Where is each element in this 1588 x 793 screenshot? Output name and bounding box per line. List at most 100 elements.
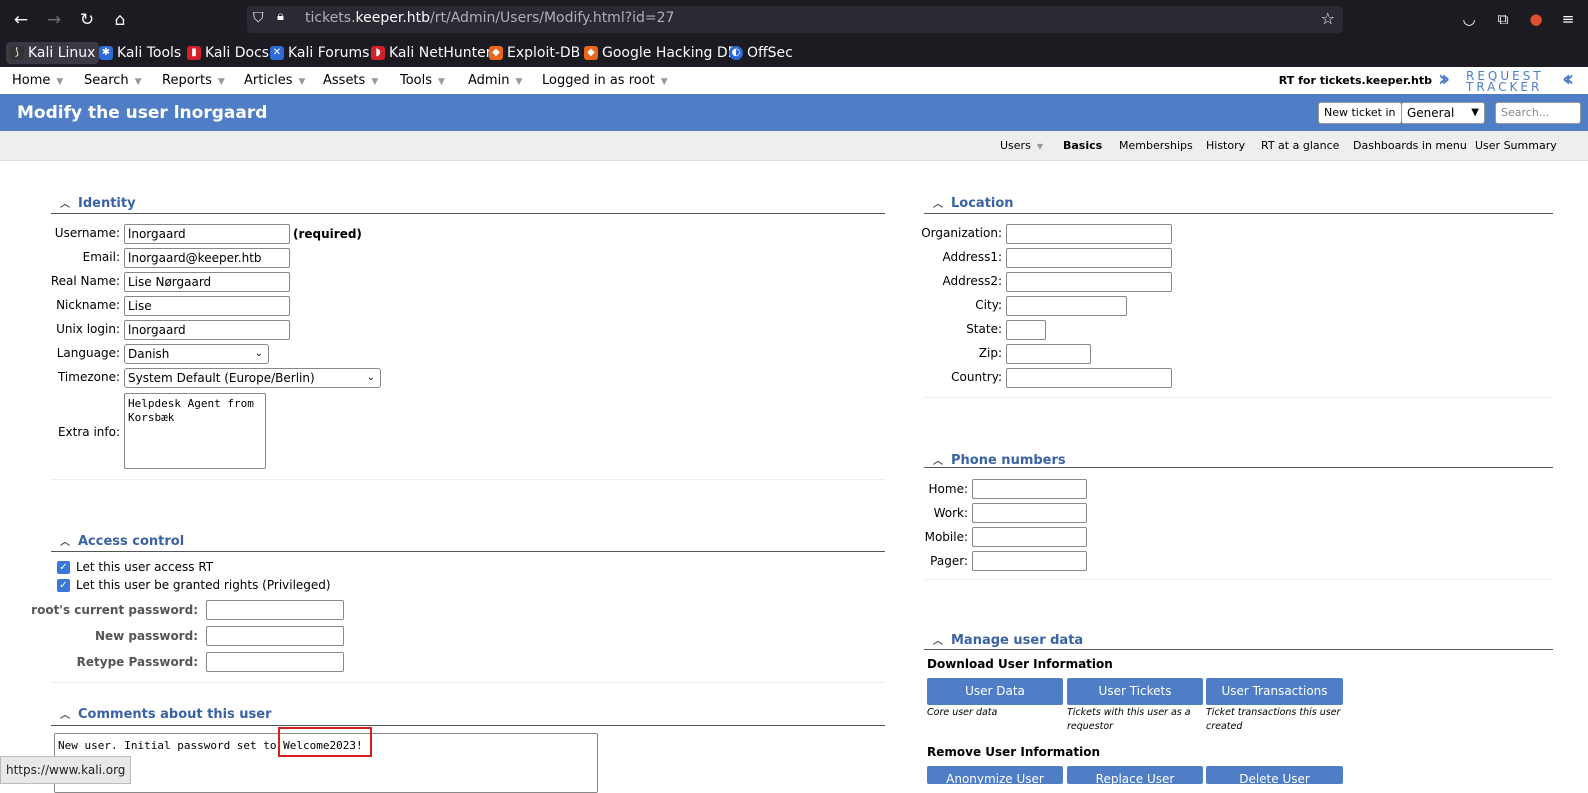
access-control-section-title[interactable]: ︿ Access control xyxy=(60,533,184,549)
subnav-basics[interactable]: Basics xyxy=(1063,139,1102,152)
search-input[interactable]: Search... xyxy=(1495,102,1581,124)
kali-docs-icon: ▮ xyxy=(187,46,201,60)
pager-field[interactable] xyxy=(972,551,1087,571)
new-password-field[interactable] xyxy=(206,626,344,646)
timezone-select[interactable]: System Default (Europe/Berlin) ⌄ xyxy=(124,368,381,388)
home-icon[interactable]: ⌂ xyxy=(108,8,132,32)
privileged-checkbox[interactable]: ✓ xyxy=(57,579,70,592)
logo-line2: TRACKER xyxy=(1466,80,1543,94)
browser-chrome: ← → ↻ ⌂ ⛉ 🔒︎ tickets.keeper.htb/rt/Admin… xyxy=(0,0,1588,67)
pocket-icon[interactable]: ◡ xyxy=(1458,8,1480,30)
bookmark-kali-nethunter[interactable]: ◗ Kali NetHunter xyxy=(367,42,495,64)
subnav-rt-at-a-glance[interactable]: RT at a glance xyxy=(1261,139,1339,152)
email-label: Email: xyxy=(82,250,120,264)
user-transactions-button[interactable]: User Transactions xyxy=(1206,678,1343,705)
bookmark-google-hacking-db[interactable]: ◆ Google Hacking DB xyxy=(580,42,741,64)
kali-tools-icon: ✱ xyxy=(99,46,113,60)
menu-icon[interactable]: ≡ xyxy=(1557,8,1579,30)
manage-section-title[interactable]: ︿ Manage user data xyxy=(933,632,1083,648)
delete-user-button[interactable]: Delete User xyxy=(1206,766,1343,786)
username-label: Username: xyxy=(54,226,120,240)
divider xyxy=(924,397,1553,398)
menu-articles[interactable]: Articles ▼ xyxy=(244,73,305,88)
divider xyxy=(51,725,885,726)
link-status-tooltip: https://www.kali.org xyxy=(0,756,132,784)
language-select[interactable]: Danish ⌄ xyxy=(124,344,269,364)
state-field[interactable] xyxy=(1006,320,1046,340)
menu-logged-in[interactable]: Logged in as root ▼ xyxy=(542,73,668,88)
retype-password-label: Retype Password: xyxy=(76,655,198,669)
work-phone-field[interactable] xyxy=(972,503,1087,523)
current-password-field[interactable] xyxy=(206,600,344,620)
phone-section-title[interactable]: ︿ Phone numbers xyxy=(933,452,1066,468)
page-header: Modify the user lnorgaard New ticket in … xyxy=(0,94,1588,131)
menu-assets[interactable]: Assets ▼ xyxy=(323,73,378,88)
identity-section-title[interactable]: ︿ Identity xyxy=(60,195,136,211)
state-label: State: xyxy=(966,322,1002,336)
mobile-phone-field[interactable] xyxy=(972,527,1087,547)
bookmark-star-icon[interactable]: ☆ xyxy=(1321,9,1335,28)
nethunter-icon: ◗ xyxy=(371,46,385,60)
account-icon[interactable]: ● xyxy=(1525,8,1547,30)
url-text: tickets.keeper.htb/rt/Admin/Users/Modify… xyxy=(305,10,675,26)
comment-text: New user. Initial password set to xyxy=(58,739,284,752)
privileged-label: Let this user be granted rights (Privile… xyxy=(76,578,331,592)
user-data-button[interactable]: User Data xyxy=(927,678,1063,705)
address1-field[interactable] xyxy=(1006,248,1172,268)
subnav-memberships[interactable]: Memberships xyxy=(1119,139,1193,152)
email-field[interactable]: lnorgaard@keeper.htb xyxy=(124,248,290,268)
comments-section-title[interactable]: ︿ Comments about this user xyxy=(60,706,272,722)
username-field[interactable]: lnorgaard xyxy=(124,224,290,244)
subnav-history[interactable]: History xyxy=(1206,139,1245,152)
timezone-value: System Default (Europe/Berlin) xyxy=(128,371,315,385)
queue-select[interactable]: General ▼ xyxy=(1401,102,1485,124)
logo-chevron-icon: ›› xyxy=(1438,67,1450,92)
organization-field[interactable] xyxy=(1006,224,1172,244)
country-field[interactable] xyxy=(1006,368,1172,388)
bookmark-offsec[interactable]: ◐ OffSec xyxy=(725,42,797,64)
menu-tools[interactable]: Tools ▼ xyxy=(400,73,445,88)
bookmark-label: Kali Forums xyxy=(288,45,370,61)
zip-field[interactable] xyxy=(1006,344,1091,364)
extra-info-textarea[interactable]: Helpdesk Agent from Korsbæk xyxy=(124,393,266,469)
bookmark-kali-forums[interactable]: ✕ Kali Forums xyxy=(266,42,373,64)
chevron-down-icon: ⌄ xyxy=(254,348,263,359)
url-bar[interactable]: ⛉ 🔒︎ tickets.keeper.htb/rt/Admin/Users/M… xyxy=(247,6,1343,33)
bookmark-kali-docs[interactable]: ▮ Kali Docs xyxy=(183,42,273,64)
access-rt-checkbox[interactable]: ✓ xyxy=(57,561,70,574)
chevron-up-icon: ︿ xyxy=(60,199,70,210)
user-subnav: Users ▼ Basics Memberships History RT at … xyxy=(0,131,1588,161)
subnav-users[interactable]: Users ▼ xyxy=(1000,139,1043,152)
reload-icon[interactable]: ↻ xyxy=(75,8,99,32)
bookmark-label: Exploit-DB xyxy=(507,45,581,61)
bookmark-label: Kali Tools xyxy=(117,45,182,61)
menu-search[interactable]: Search ▼ xyxy=(84,73,142,88)
replace-user-button[interactable]: Replace User xyxy=(1067,766,1203,786)
nickname-field[interactable]: Lise xyxy=(124,296,290,316)
anonymize-user-button[interactable]: Anonymize User xyxy=(927,766,1063,786)
realname-field[interactable]: Lise Nørgaard xyxy=(124,272,290,292)
address2-field[interactable] xyxy=(1006,272,1172,292)
unix-login-field[interactable]: lnorgaard xyxy=(124,320,290,340)
menu-home[interactable]: Home ▼ xyxy=(12,73,63,88)
forward-icon[interactable]: → xyxy=(42,8,66,32)
subnav-dashboards[interactable]: Dashboards in menu xyxy=(1353,139,1467,152)
back-icon[interactable]: ← xyxy=(9,8,33,32)
new-ticket-button[interactable]: New ticket in xyxy=(1318,102,1402,124)
extensions-icon[interactable]: ⧉ xyxy=(1492,8,1514,30)
location-section-title[interactable]: ︿ Location xyxy=(933,195,1014,211)
home-phone-field[interactable] xyxy=(972,479,1087,499)
request-tracker-logo[interactable]: ›› REQUEST TRACKER ‹‹ xyxy=(1438,67,1588,94)
menu-reports[interactable]: Reports ▼ xyxy=(162,73,225,88)
retype-password-field[interactable] xyxy=(206,652,344,672)
city-field[interactable] xyxy=(1006,296,1127,316)
bookmark-kali-linux[interactable]: ⟆ Kali Linux xyxy=(6,42,100,64)
user-data-description: Core user data xyxy=(927,707,998,718)
subnav-user-summary[interactable]: User Summary xyxy=(1475,139,1557,152)
menu-admin[interactable]: Admin ▼ xyxy=(468,73,522,88)
bookmark-exploit-db[interactable]: ◆ Exploit-DB xyxy=(485,42,584,64)
user-tickets-button[interactable]: User Tickets xyxy=(1067,678,1203,705)
bookmarks-bar: ⟆ Kali Linux ✱ Kali Tools ▮ Kali Docs ✕ Kali… xyxy=(0,38,1588,67)
logo-chevron-icon: ‹‹ xyxy=(1562,67,1574,92)
bookmark-kali-tools[interactable]: ✱ Kali Tools xyxy=(95,42,185,64)
